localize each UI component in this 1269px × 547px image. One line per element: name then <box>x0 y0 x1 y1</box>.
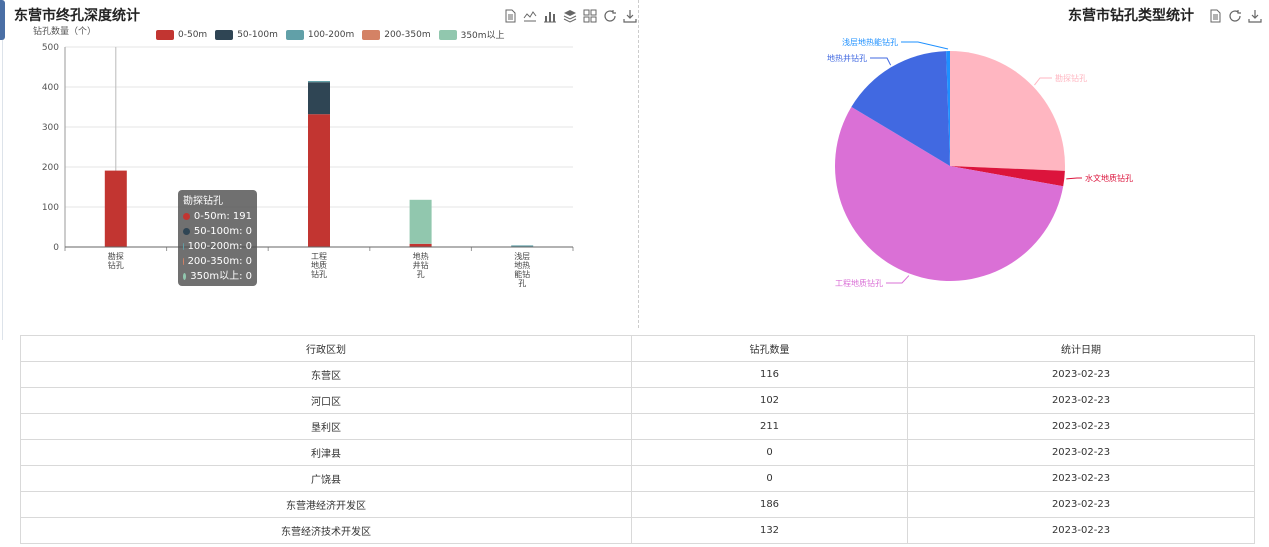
x-tick-label: 地热 <box>413 251 429 261</box>
table-cell: 132 <box>631 517 908 544</box>
table-row: 河口区 102 2023-02-23 <box>20 387 1255 414</box>
tooltip-row-text: 50-100m: 0 <box>193 226 252 237</box>
series-dot-icon <box>183 243 184 250</box>
table-cell: 2023-02-23 <box>907 517 1255 544</box>
bar-segment[interactable] <box>308 82 330 115</box>
table-cell: 102 <box>631 387 908 414</box>
pie-label-line <box>870 57 892 66</box>
bar-segment[interactable] <box>104 170 127 247</box>
table-cell: 东营港经济开发区 <box>20 491 632 518</box>
column-header[interactable]: 行政区划 <box>20 335 632 362</box>
x-tick-label: 井钻 <box>413 260 429 270</box>
table-cell: 河口区 <box>20 387 632 414</box>
series-dot-icon <box>183 258 184 265</box>
series-dot-icon <box>183 213 190 220</box>
table-cell: 利津县 <box>20 439 632 466</box>
table-cell: 东营区 <box>20 361 632 388</box>
pie-label-line <box>886 275 910 284</box>
table-cell: 211 <box>631 413 908 440</box>
tooltip-title: 勘探钻孔 <box>183 196 223 207</box>
tooltip-row-text: 350m以上: 0 <box>190 271 252 282</box>
tooltip-row: 0-50m: 191 <box>183 209 252 224</box>
pie-label: 勘探钻孔 <box>1055 73 1087 83</box>
table-cell: 0 <box>631 439 908 466</box>
bar-chart: 0100200300400500勘探钻孔工程地质钻孔地热井钻孔浅层地热能钻孔 <box>42 43 574 288</box>
x-tick-label: 地质 <box>311 260 327 270</box>
pie-chart: 勘探钻孔水文地质钻孔工程地质钻孔 地热井钻孔 浅层地热能钻孔 <box>827 37 1133 288</box>
pie-label: 浅层地热能钻孔 <box>842 37 898 47</box>
column-header[interactable]: 统计日期 <box>907 335 1255 362</box>
y-tick-label: 300 <box>42 123 59 133</box>
pie-label-line <box>901 41 949 50</box>
table-row: 广饶县 0 2023-02-23 <box>20 465 1255 492</box>
table-row: 东营港经济开发区 186 2023-02-23 <box>20 491 1255 518</box>
y-tick-label: 500 <box>42 43 59 53</box>
y-tick-label: 400 <box>42 83 59 93</box>
x-tick-label: 钻孔 <box>108 260 124 270</box>
borehole-table: 行政区划 钻孔数量 统计日期 东营区 116 2023-02-23 河口区 102 20… <box>20 335 1255 544</box>
x-tick-label: 工程 <box>311 252 327 261</box>
table-row: 东营区 116 2023-02-23 <box>20 361 1255 388</box>
x-tick-label: 钻孔 <box>311 269 327 279</box>
x-tick-label: 孔 <box>518 279 526 288</box>
table-cell: 116 <box>631 361 908 388</box>
y-tick-label: 0 <box>53 243 59 253</box>
table-cell: 0 <box>631 465 908 492</box>
y-tick-label: 100 <box>42 203 59 213</box>
table-cell: 186 <box>631 491 908 518</box>
series-dot-icon <box>183 273 187 280</box>
table-cell: 广饶县 <box>20 465 632 492</box>
y-tick-label: 200 <box>42 163 59 173</box>
table-row: 垦利区 211 2023-02-23 <box>20 413 1255 440</box>
pie-label-line <box>1066 177 1082 180</box>
pie-label: 地热井钻孔 <box>827 53 867 63</box>
x-tick-label: 地热 <box>514 260 530 270</box>
bar-segment[interactable] <box>308 81 330 83</box>
table-cell: 2023-02-23 <box>907 465 1255 492</box>
pie-label-line <box>1034 77 1052 86</box>
table-cell: 2023-02-23 <box>907 439 1255 466</box>
tooltip-row-text: 0-50m: 191 <box>193 211 252 222</box>
x-tick-label: 勘探 <box>108 251 124 261</box>
x-tick-label: 孔 <box>417 270 425 279</box>
bar-segment[interactable] <box>409 199 432 244</box>
table-cell: 2023-02-23 <box>907 413 1255 440</box>
table-row: 东营经济技术开发区 132 2023-02-23 <box>20 517 1255 544</box>
tooltip-row: 350m以上: 0 <box>183 269 252 284</box>
table-cell: 东营经济技术开发区 <box>20 517 632 544</box>
pie-slice[interactable] <box>950 51 1065 171</box>
tooltip-row: 50-100m: 0 <box>183 224 252 239</box>
panel-divider <box>638 0 639 328</box>
table-cell: 2023-02-23 <box>907 387 1255 414</box>
table-cell: 垦利区 <box>20 413 632 440</box>
table-header-row: 行政区划 钻孔数量 统计日期 <box>20 335 1255 362</box>
tooltip-row: 200-350m: 0 <box>183 254 252 269</box>
x-tick-label: 浅层 <box>514 251 530 261</box>
pie-label: 工程地质钻孔 <box>835 278 883 288</box>
table-row: 利津县 0 2023-02-23 <box>20 439 1255 466</box>
table-cell: 2023-02-23 <box>907 361 1255 388</box>
series-dot-icon <box>183 228 190 235</box>
tooltip-row-text: 100-200m: 0 <box>187 241 252 252</box>
table-cell: 2023-02-23 <box>907 491 1255 518</box>
x-tick-label: 能钻 <box>514 269 530 279</box>
bar-tooltip: 勘探钻孔 0-50m: 191 50-100m: 0 100-200m: 0 2… <box>178 190 257 286</box>
bar-segment[interactable] <box>308 114 330 247</box>
download-icon[interactable] <box>623 8 637 23</box>
column-header[interactable]: 钻孔数量 <box>631 335 908 362</box>
pie-label: 水文地质钻孔 <box>1085 173 1133 183</box>
tooltip-row-text: 200-350m: 0 <box>187 256 252 267</box>
tooltip-row: 100-200m: 0 <box>183 239 252 254</box>
